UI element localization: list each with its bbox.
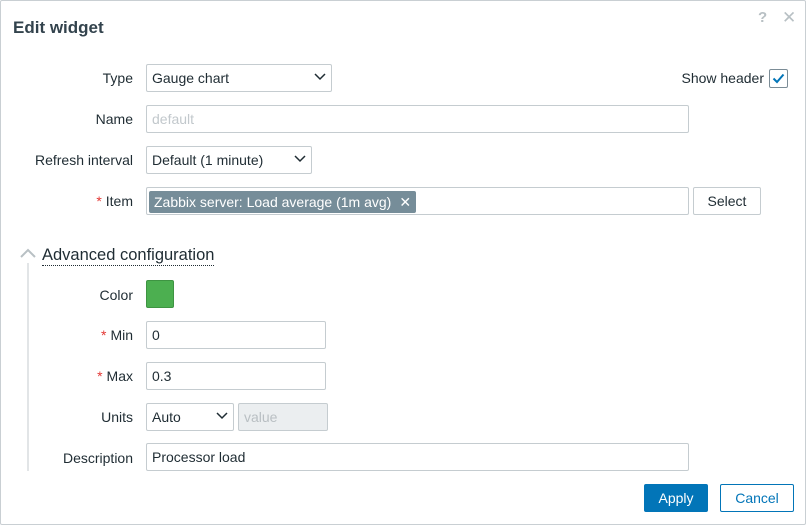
- cancel-button[interactable]: Cancel: [720, 484, 794, 512]
- min-label: * Min: [61, 327, 133, 343]
- max-input-value: 0.3: [152, 368, 172, 384]
- type-label: Type: [102, 70, 133, 86]
- item-select-button[interactable]: Select: [693, 187, 761, 215]
- description-input[interactable]: Processor load: [146, 443, 689, 471]
- item-tag: Zabbix server: Load average (1m avg) ✕: [149, 191, 417, 213]
- edit-widget-dialog: Edit widget ? ✕ Type Gauge chart Show he…: [0, 0, 806, 525]
- chevron-down-icon: [314, 73, 326, 81]
- max-input[interactable]: 0.3: [146, 362, 326, 390]
- refresh-interval-value: Default (1 minute): [152, 152, 264, 168]
- units-select-value: Auto: [152, 409, 181, 425]
- units-value-input: value: [238, 403, 328, 431]
- description-input-value: Processor load: [152, 449, 246, 465]
- apply-button[interactable]: Apply: [644, 484, 708, 512]
- max-label-text: Max: [106, 368, 133, 384]
- min-label-text: Min: [110, 327, 133, 343]
- required-mark: *: [100, 327, 107, 343]
- max-label: * Max: [61, 368, 133, 384]
- item-tag-text: Zabbix server: Load average (1m avg): [154, 194, 392, 210]
- name-input[interactable]: default: [146, 105, 689, 133]
- checkmark-icon: [772, 73, 785, 84]
- name-label: Name: [95, 111, 133, 127]
- dialog-title: Edit widget: [13, 18, 104, 37]
- refresh-interval-label: Refresh interval: [34, 152, 133, 168]
- required-mark: *: [96, 193, 102, 209]
- min-input[interactable]: 0: [146, 321, 326, 349]
- item-label: * Item: [61, 193, 133, 209]
- advanced-configuration-toggle[interactable]: Advanced configuration: [42, 245, 215, 266]
- color-label: Color: [99, 287, 133, 303]
- name-input-placeholder: default: [152, 111, 195, 127]
- color-swatch[interactable]: [146, 280, 174, 308]
- item-label-text: Item: [105, 193, 133, 209]
- advanced-section-divider: [27, 263, 29, 471]
- units-select[interactable]: Auto: [146, 403, 234, 431]
- min-input-value: 0: [152, 327, 160, 343]
- show-header-label: Show header: [681, 70, 764, 86]
- type-select-value: Gauge chart: [152, 70, 230, 86]
- type-select[interactable]: Gauge chart: [146, 64, 332, 92]
- help-icon[interactable]: ?: [758, 9, 767, 27]
- show-header-checkbox[interactable]: [769, 69, 788, 88]
- remove-tag-icon[interactable]: ✕: [399, 191, 411, 213]
- units-label: Units: [101, 409, 133, 425]
- required-mark: *: [97, 368, 103, 384]
- close-icon[interactable]: ✕: [782, 9, 796, 27]
- chevron-down-icon: [216, 412, 228, 420]
- description-label: Description: [62, 450, 133, 466]
- chevron-down-icon: [294, 155, 306, 163]
- refresh-interval-select[interactable]: Default (1 minute): [146, 146, 312, 174]
- units-value-placeholder: value: [244, 409, 278, 425]
- chevron-up-icon[interactable]: [20, 248, 36, 258]
